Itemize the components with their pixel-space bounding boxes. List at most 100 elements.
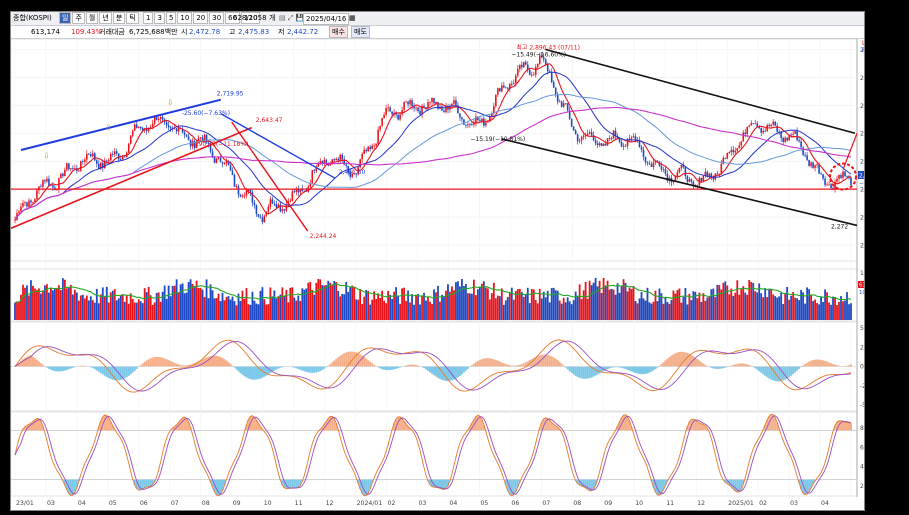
macd-histogram-bar bbox=[492, 359, 495, 367]
stoch-overbought-fill bbox=[770, 414, 773, 431]
count-input[interactable]: 628/1058 bbox=[233, 12, 267, 25]
macd-histogram-bar bbox=[275, 366, 278, 370]
stoch-oversold-fill bbox=[738, 479, 741, 492]
volume-bar bbox=[361, 304, 364, 320]
candle-body bbox=[123, 156, 126, 158]
volume-bar bbox=[540, 298, 543, 320]
macd-histogram-bar bbox=[636, 366, 639, 374]
volume-bar bbox=[640, 292, 643, 320]
macd-histogram-bar bbox=[668, 357, 671, 367]
macd-histogram-bar bbox=[169, 361, 172, 367]
macd-histogram-bar bbox=[716, 366, 719, 369]
y-tick-label: 2,400.00 bbox=[860, 187, 864, 194]
macd-histogram-bar bbox=[145, 360, 148, 367]
macd-histogram-bar bbox=[560, 363, 563, 367]
volume-bar bbox=[223, 300, 226, 320]
macd-histogram-bar bbox=[35, 359, 38, 367]
volume-bar bbox=[271, 296, 274, 320]
candle-body bbox=[570, 118, 573, 127]
macd-histogram-bar bbox=[436, 366, 439, 378]
period-tab[interactable]: 년 bbox=[99, 12, 112, 24]
volume-bar bbox=[656, 301, 659, 320]
stoch-overbought-fill bbox=[698, 422, 701, 431]
macd-histogram-bar bbox=[494, 359, 497, 367]
candle-body bbox=[794, 131, 796, 134]
date-input[interactable]: 2025/04/16 bbox=[303, 13, 350, 25]
volume-bar bbox=[672, 290, 675, 320]
macd-histogram-bar bbox=[95, 366, 98, 371]
candle-body bbox=[552, 82, 555, 88]
macd-histogram-bar bbox=[391, 366, 394, 370]
candle-body bbox=[644, 156, 647, 163]
macd-histogram-bar bbox=[548, 355, 551, 367]
macd-histogram-bar bbox=[215, 355, 218, 367]
volume-bar bbox=[273, 290, 276, 320]
stoch-oversold-fill bbox=[69, 479, 72, 496]
volume-bar bbox=[103, 296, 106, 320]
volume-bar bbox=[832, 296, 834, 320]
volume-bar bbox=[139, 301, 142, 320]
symbol-label[interactable]: 종합(KOSPI) bbox=[13, 12, 52, 25]
volume-bar bbox=[459, 286, 461, 320]
stoch-overbought-fill bbox=[844, 422, 847, 431]
volume-bar bbox=[179, 284, 182, 320]
calendar-icon[interactable]: ▦ bbox=[349, 12, 356, 25]
interval-button[interactable]: 30 bbox=[209, 12, 225, 24]
macd-histogram-bar bbox=[331, 362, 334, 367]
interval-button[interactable]: 10 bbox=[177, 12, 193, 24]
volume-bar bbox=[24, 287, 26, 320]
legend-lc: LC:14.60 bbox=[862, 40, 864, 47]
macd-histogram-bar bbox=[305, 366, 308, 372]
buy-button[interactable]: 매수 bbox=[329, 26, 348, 38]
volume-bar bbox=[237, 293, 240, 320]
period-tab[interactable]: 주 bbox=[72, 12, 85, 24]
macd-histogram-bar bbox=[155, 356, 158, 367]
candle-body bbox=[255, 205, 258, 215]
macd-histogram-bar bbox=[828, 362, 831, 367]
volume-bar bbox=[349, 287, 352, 320]
sell-button[interactable]: 매도 bbox=[351, 26, 370, 38]
volume-bar bbox=[592, 282, 595, 320]
volume-bar bbox=[167, 285, 170, 320]
period-tab[interactable]: 일 bbox=[59, 12, 72, 24]
volume-bar bbox=[371, 299, 374, 320]
interval-button[interactable]: 1 bbox=[143, 12, 154, 24]
volume-bar bbox=[55, 288, 58, 320]
interval-button[interactable]: 5 bbox=[165, 12, 177, 24]
volume-bar bbox=[754, 291, 757, 320]
macd-histogram-bar bbox=[522, 363, 525, 367]
volume-bar bbox=[385, 303, 388, 320]
volume-bar bbox=[241, 290, 244, 320]
volume-bar bbox=[427, 296, 429, 320]
volume-bar bbox=[584, 281, 587, 320]
volume-bar bbox=[231, 296, 234, 320]
stoch-oversold-fill bbox=[732, 479, 735, 489]
macd-histogram-bar bbox=[219, 356, 222, 367]
period-tab[interactable]: 월 bbox=[85, 12, 99, 24]
volume-bar bbox=[848, 304, 850, 320]
volume-bar bbox=[239, 301, 242, 320]
x-tick-label: 03 bbox=[790, 500, 798, 507]
volume-bar bbox=[594, 277, 597, 320]
period-tab[interactable]: 분 bbox=[112, 12, 126, 24]
volume-bar bbox=[618, 292, 621, 320]
volume-bar bbox=[696, 298, 699, 320]
period-tab[interactable]: 틱 bbox=[126, 12, 139, 24]
macd-histogram-bar bbox=[315, 366, 318, 373]
volume-bar bbox=[548, 302, 551, 320]
macd-histogram-bar bbox=[381, 366, 384, 370]
volume-bar bbox=[480, 283, 483, 320]
volume-bar bbox=[512, 299, 515, 320]
interval-button[interactable]: 3 bbox=[154, 12, 165, 24]
volume-bar bbox=[409, 302, 411, 320]
volume-bar bbox=[319, 279, 322, 320]
candle-body bbox=[574, 130, 577, 135]
volume-bar bbox=[377, 293, 380, 320]
macd-histogram-bar bbox=[317, 366, 320, 372]
interval-button[interactable]: 20 bbox=[193, 12, 209, 24]
volume-bar bbox=[351, 285, 354, 320]
stoch-overbought-fill bbox=[848, 422, 851, 431]
volume-bar bbox=[359, 289, 362, 320]
volume-bar bbox=[666, 302, 669, 320]
candle-body bbox=[68, 163, 70, 170]
